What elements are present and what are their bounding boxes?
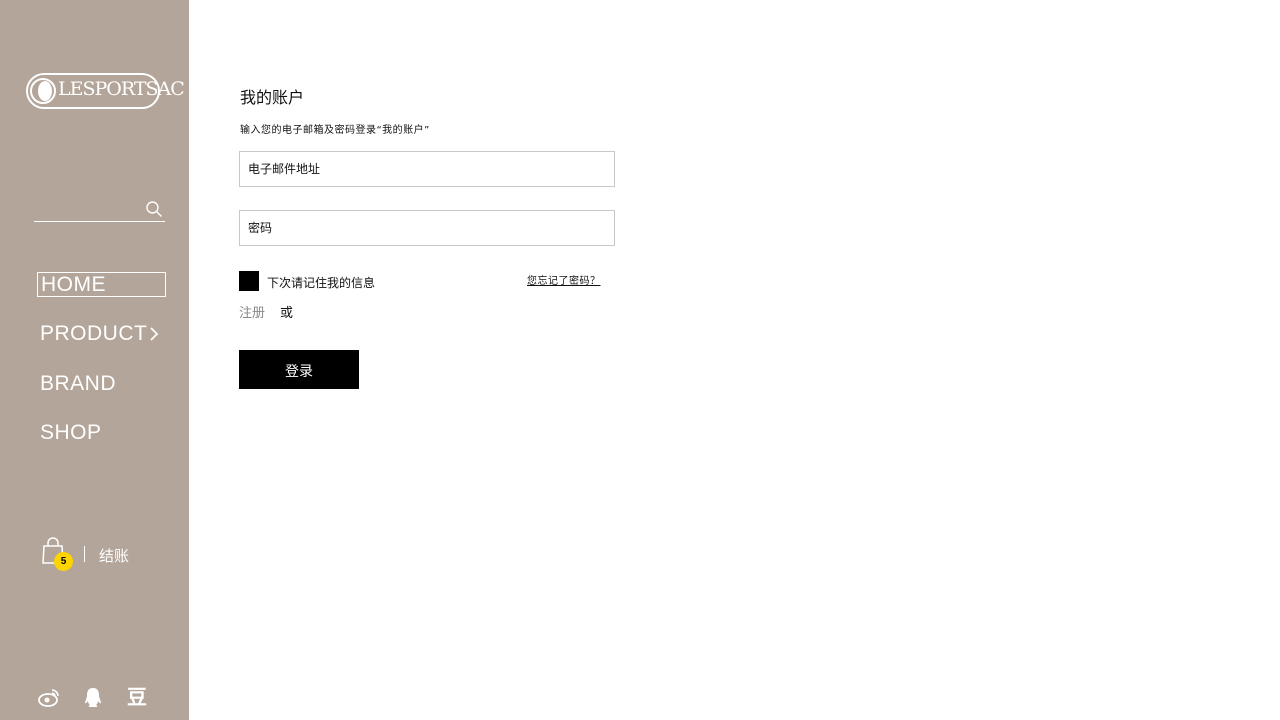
page-title: 我的账户 — [240, 88, 305, 107]
checkout-link[interactable]: 结账 — [99, 545, 129, 566]
logo-mark — [30, 78, 56, 104]
password-field[interactable] — [239, 210, 615, 246]
brand-logo[interactable]: LESPORTSAC — [26, 73, 185, 109]
logo-text: LESPORTSAC — [58, 78, 185, 100]
forgot-password-link[interactable]: 您忘记了密码？ — [527, 272, 601, 287]
chevron-right-icon[interactable] — [147, 325, 161, 343]
search-icon[interactable] — [145, 200, 163, 218]
divider — [84, 546, 85, 562]
cart-count-badge: 5 — [54, 552, 73, 571]
douban-icon[interactable]: 豆 — [126, 686, 148, 708]
page-subtitle: 输入您的电子邮箱及密码登录“我的账户” — [240, 125, 430, 136]
register-link[interactable]: 注册 — [239, 302, 265, 321]
weibo-icon[interactable] — [38, 686, 60, 708]
nav-item-home[interactable]: HOME — [37, 272, 166, 297]
or-label: 或 — [280, 306, 294, 321]
remember-me-label: 下次请记住我的信息 — [267, 276, 376, 290]
login-button[interactable]: 登录 — [239, 350, 359, 389]
nav-item-product[interactable]: PRODUCT — [40, 322, 147, 346]
qq-icon[interactable] — [82, 686, 104, 708]
email-field[interactable] — [239, 151, 615, 187]
search-box[interactable] — [34, 199, 165, 222]
nav-item-shop[interactable]: SHOP — [40, 421, 102, 445]
sidebar: LESPORTSAC HOME PRODUCT BRAND SHOP 5 结账 … — [0, 0, 189, 720]
remember-me-checkbox[interactable] — [239, 271, 259, 291]
nav-item-brand[interactable]: BRAND — [40, 372, 116, 396]
